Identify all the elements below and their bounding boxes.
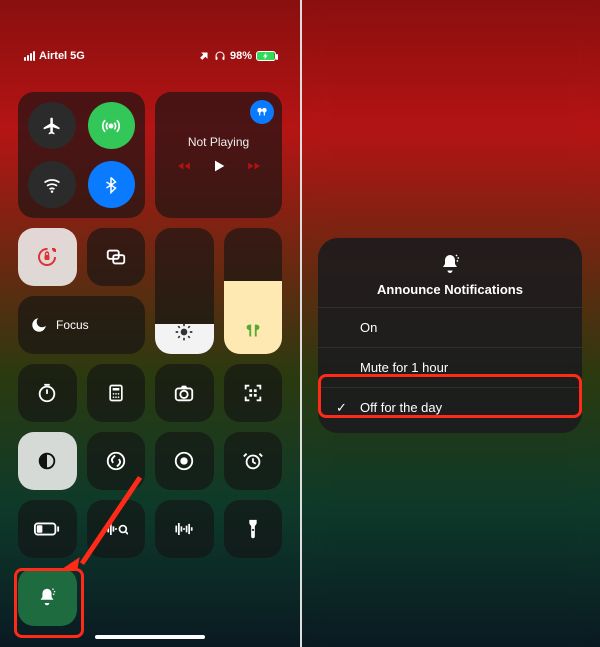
home-indicator[interactable] <box>95 635 205 639</box>
popup-title: Announce Notifications <box>377 282 523 297</box>
wifi-icon <box>42 175 62 195</box>
airpods-icon <box>242 320 264 342</box>
cellular-data-button[interactable] <box>88 102 136 149</box>
headphones-icon <box>214 50 226 62</box>
flashlight-icon <box>246 518 260 540</box>
signal-icon <box>24 51 35 61</box>
calculator-button[interactable] <box>87 364 146 422</box>
play-icon[interactable] <box>211 157 227 175</box>
brightness-icon <box>174 322 194 342</box>
screen-mirroring-icon <box>105 246 127 268</box>
control-center-grid: Not Playing Focus <box>18 92 282 626</box>
music-tile[interactable]: Not Playing <box>155 92 282 218</box>
timer-button[interactable] <box>18 364 77 422</box>
focus-label: Focus <box>56 318 89 332</box>
qr-icon <box>242 382 264 404</box>
announce-bell-icon <box>438 252 462 276</box>
alarm-button[interactable] <box>224 432 283 490</box>
airplay-audio-icon[interactable] <box>250 100 274 124</box>
airplane-mode-button[interactable] <box>28 102 76 149</box>
camera-icon <box>173 382 195 404</box>
low-power-icon <box>34 522 60 536</box>
airplane-icon <box>42 116 62 136</box>
right-phone-popup: Announce Notifications On Mute for 1 hou… <box>300 0 600 647</box>
rewind-icon[interactable] <box>175 159 193 173</box>
announce-notifications-popup: Announce Notifications On Mute for 1 hou… <box>318 238 582 433</box>
battery-percent: 98% <box>230 50 252 62</box>
brightness-slider[interactable] <box>155 228 214 354</box>
camera-button[interactable] <box>155 364 214 422</box>
announce-notifications-button[interactable] <box>18 568 77 626</box>
music-title: Not Playing <box>188 135 249 149</box>
focus-button[interactable]: Focus <box>18 296 145 354</box>
status-left: Airtel 5G <box>24 50 85 62</box>
dark-mode-button[interactable] <box>18 432 77 490</box>
cellular-icon <box>101 116 121 136</box>
calculator-icon <box>106 383 126 403</box>
alarm-icon <box>242 450 264 472</box>
forward-icon[interactable] <box>245 159 263 173</box>
shazam-icon <box>105 450 127 472</box>
announce-bell-icon <box>36 586 58 608</box>
battery-icon <box>256 51 276 61</box>
carrier-label: Airtel 5G <box>39 50 85 62</box>
popup-option-mute-1h[interactable]: Mute for 1 hour <box>318 347 582 387</box>
panel-divider <box>300 0 302 647</box>
waveform-icon <box>172 520 196 538</box>
bluetooth-button[interactable] <box>88 161 136 208</box>
orientation-lock-icon <box>35 245 59 269</box>
screen-record-button[interactable] <box>155 432 214 490</box>
popup-option-on[interactable]: On <box>318 307 582 347</box>
connectivity-cluster[interactable] <box>18 92 145 218</box>
popup-option-off-day[interactable]: Off for the day <box>318 387 582 427</box>
screen-mirroring-button[interactable] <box>87 228 146 286</box>
dark-mode-icon <box>36 450 58 472</box>
bluetooth-icon <box>102 176 120 194</box>
record-icon <box>173 450 195 472</box>
left-phone-control-center: Airtel 5G 98% <box>0 0 300 647</box>
qr-scanner-button[interactable] <box>224 364 283 422</box>
timer-icon <box>36 382 58 404</box>
low-power-button[interactable] <box>18 500 77 558</box>
location-icon <box>198 50 210 62</box>
status-bar: Airtel 5G 98% <box>0 50 300 62</box>
wifi-button[interactable] <box>28 161 76 208</box>
volume-slider[interactable] <box>224 228 283 354</box>
orientation-lock-button[interactable] <box>18 228 77 286</box>
flashlight-button[interactable] <box>224 500 283 558</box>
music-controls <box>175 157 263 175</box>
voice-memo-button[interactable] <box>155 500 214 558</box>
moon-icon <box>30 316 48 334</box>
status-right: 98% <box>198 50 276 62</box>
